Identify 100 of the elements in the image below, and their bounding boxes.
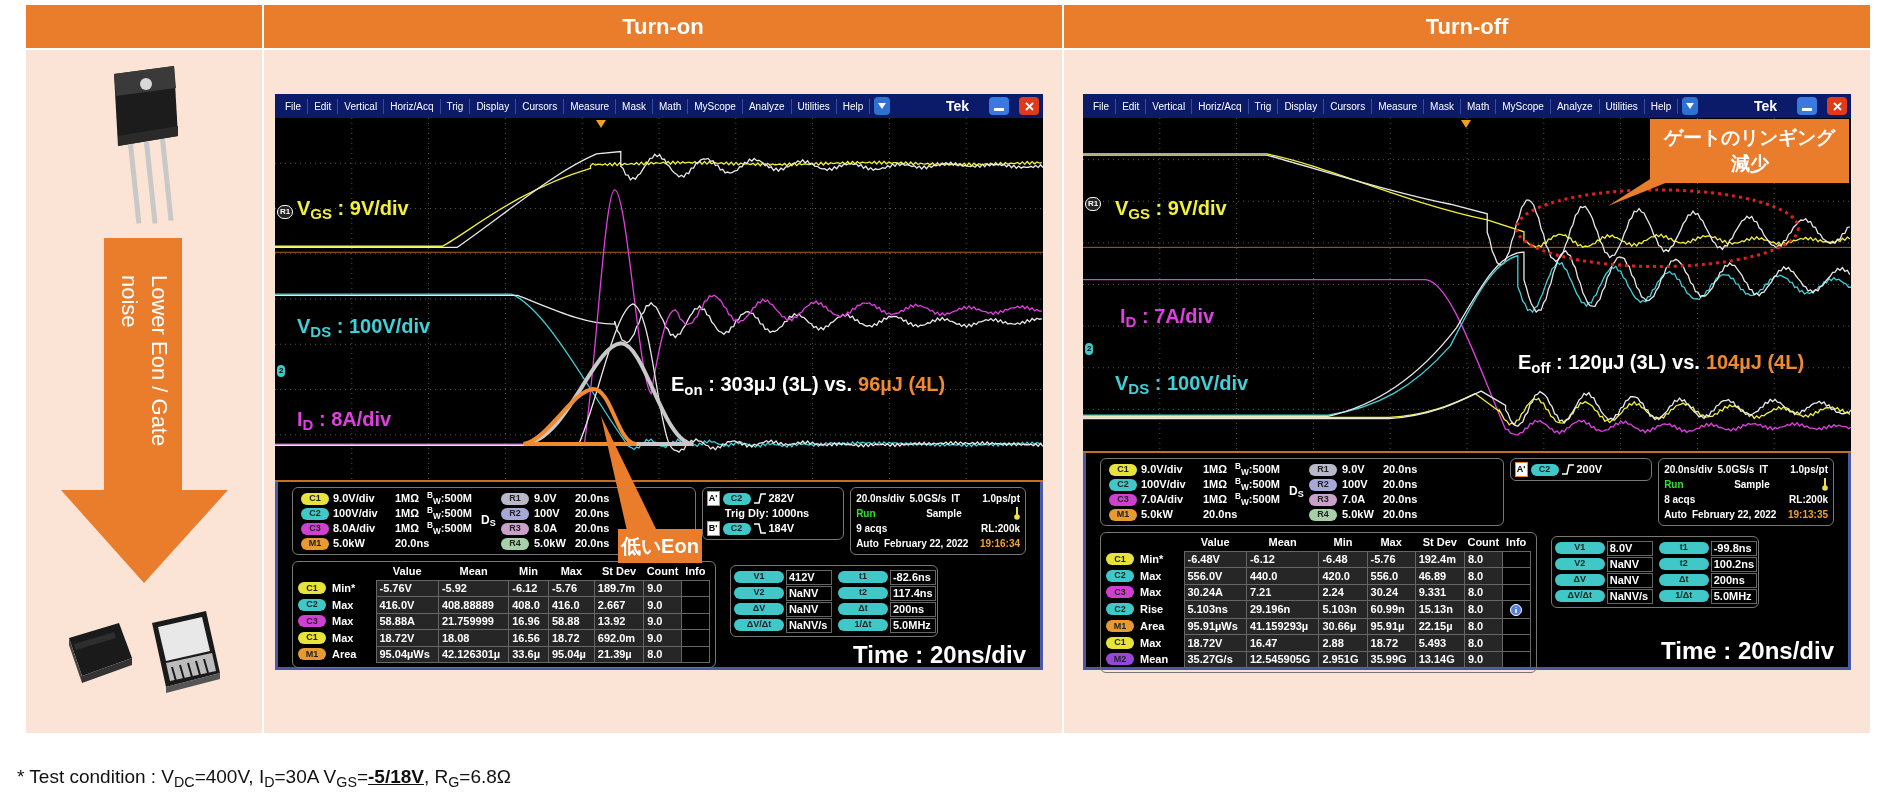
reference-value: 9.0V [534, 491, 558, 507]
menu-item[interactable]: Measure [1372, 98, 1425, 114]
menu-item[interactable]: File [1087, 98, 1117, 114]
trace-label: I$_{D}$ : 7A/div [1120, 304, 1215, 331]
sample-mode: Sample [926, 507, 963, 521]
trace-label: I$_{D}$ : 8A/div [297, 407, 392, 434]
menu-item[interactable]: Display [1278, 98, 1325, 114]
menu-item[interactable]: Analyze [742, 98, 792, 114]
cursor-value: NaNV [1606, 556, 1653, 572]
menu-item[interactable]: Mask [616, 98, 653, 114]
measurement-name: Mean [1140, 652, 1169, 667]
channel-scale: 100V/div [1141, 477, 1187, 493]
cursor-value: NaNV/s [1606, 588, 1653, 604]
run-state: Run [1664, 478, 1685, 492]
minimize-button[interactable] [989, 97, 1009, 115]
menu-item[interactable]: File [279, 98, 309, 114]
energy-value: 96µJ (4L) [858, 372, 946, 397]
menu-item[interactable]: Cursors [1324, 98, 1373, 114]
menu-item[interactable]: Measure [564, 98, 617, 114]
menu-item[interactable]: Cursors [516, 98, 565, 114]
menu-item[interactable]: Display [470, 98, 517, 114]
channel-timebase: 20.0ns [1203, 507, 1238, 523]
column-header: Min [508, 563, 549, 580]
record-length: RL:200k [1789, 493, 1828, 507]
table-cell: -6.48V [1184, 551, 1247, 568]
menu-dropdown-button[interactable] [1682, 97, 1699, 115]
timebase-rate: 20.0ns/div [1664, 463, 1713, 477]
channel-label: t2 [1658, 558, 1709, 570]
channel-scale: 9.0V/div [1141, 462, 1184, 478]
menu-item[interactable]: Help [1644, 98, 1679, 114]
channel-impedance: 1MΩ [395, 491, 421, 507]
callout-label: 低いEon [618, 529, 702, 563]
channel-label: C2 [1530, 463, 1559, 476]
channel-marker: R1 [1085, 197, 1102, 211]
minimize-icon [994, 108, 1004, 111]
measurement-name: Max [1140, 568, 1162, 584]
column-header: Count [643, 563, 682, 580]
measurement-name: Rise [1140, 602, 1164, 617]
menu-item[interactable]: MyScope [688, 98, 743, 114]
reference-value: 100V [534, 506, 561, 522]
measurement-name: Max [332, 597, 354, 613]
channel-label: V1 [1554, 542, 1605, 554]
menu-item[interactable]: Vertical [1146, 98, 1193, 114]
measurement-name: Max [332, 630, 354, 646]
menu-item[interactable]: Trig [440, 98, 471, 114]
cursor-value: -82.6ns [889, 569, 936, 585]
run-state: Run [856, 507, 877, 521]
menu-item[interactable]: Analyze [1550, 98, 1600, 114]
channel-label: C1 [1106, 553, 1134, 566]
menu-item[interactable]: Help [836, 98, 871, 114]
cursor-value: 412V [785, 569, 832, 585]
column-header: Info [681, 563, 710, 580]
channel-label: M1 [301, 537, 329, 550]
cursor-value: NaNV [1606, 572, 1653, 588]
thermometer-icon [1822, 478, 1828, 491]
menu-item[interactable]: Utilities [1599, 98, 1645, 114]
channel-scale: 100V/div [333, 506, 379, 522]
menu-item[interactable]: Mask [1424, 98, 1461, 114]
menu-item[interactable]: Vertical [338, 98, 385, 114]
close-button[interactable] [1019, 97, 1039, 115]
menu-item[interactable]: Trig [1248, 98, 1279, 114]
channel-label: C1 [301, 492, 329, 505]
menu-item[interactable]: Horiz/Acq [1192, 98, 1249, 114]
sample-rate: 5.0GS/s [1717, 463, 1755, 477]
menu-item[interactable]: Horiz/Acq [384, 98, 441, 114]
close-button[interactable] [1827, 97, 1847, 115]
column-header: St Dev [1415, 534, 1465, 551]
channel-label: ΔV/Δt [1554, 590, 1605, 602]
arrow-label: Lower Eon / Gate noise [115, 275, 173, 449]
channel-label: R4 [501, 537, 529, 550]
channel-label: M1 [1109, 508, 1137, 521]
trace-label: V$_{DS}$ : 100V/div [1115, 371, 1249, 398]
channel-impedance: 1MΩ [395, 506, 421, 522]
reference-timebase: 20.0ns [1383, 507, 1418, 523]
reference-value: 9.0V [1342, 462, 1366, 478]
menu-item[interactable]: Edit [308, 98, 339, 114]
channel-timebase: 20.0ns [395, 536, 430, 552]
channel-scale: 5.0kW [1141, 507, 1174, 523]
menu-item[interactable]: Math [653, 98, 689, 114]
menu-item[interactable]: Math [1461, 98, 1497, 114]
minimize-button[interactable] [1797, 97, 1817, 115]
menu-dropdown-button[interactable] [874, 97, 891, 115]
channel-label: R2 [501, 507, 529, 520]
table-cell: -5.76 [1367, 551, 1416, 568]
menu-item[interactable]: Utilities [791, 98, 837, 114]
channel-scale: 8.0A/div [333, 521, 377, 537]
info-icon [1510, 604, 1523, 617]
cursor-value: NaNV [785, 601, 832, 617]
close-icon [1832, 101, 1842, 111]
channel-label: C2 [301, 507, 329, 520]
acquisition-time: 19:16:34 [979, 537, 1020, 551]
reference-value: 8.0A [534, 521, 559, 537]
table-cell: 9.0 [643, 580, 682, 597]
table-cell: -6.48 [1318, 551, 1368, 568]
channel-label: M1 [298, 648, 326, 661]
reference-timebase: 20.0ns [1383, 462, 1418, 478]
menu-item[interactable]: Edit [1116, 98, 1147, 114]
reference-timebase: 20.0ns [575, 521, 610, 537]
menu-item[interactable]: MyScope [1496, 98, 1551, 114]
cursor-value: NaNV/s [785, 617, 832, 633]
